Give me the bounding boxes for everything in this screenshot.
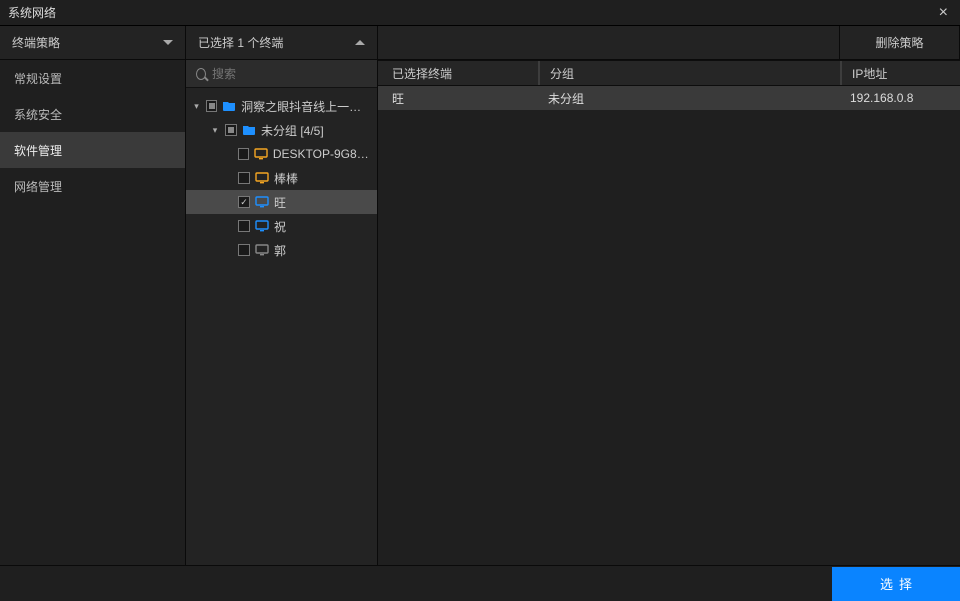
column-header-group[interactable]: 分组 <box>538 61 840 85</box>
table-body: 旺 未分组 192.168.0.8 <box>378 86 960 565</box>
tree-label: 郭 <box>274 242 286 259</box>
sidebar-item-general[interactable]: 常规设置 <box>0 60 185 96</box>
tree-panel: ▾ 洞察之眼抖音线上一部 [4... ▾ 未分组 [4/5] DESKTOP-9… <box>186 60 378 565</box>
sidebar-item-label: 系统安全 <box>14 106 62 123</box>
tree-item[interactable]: 棒棒 <box>186 166 377 190</box>
tree: ▾ 洞察之眼抖音线上一部 [4... ▾ 未分组 [4/5] DESKTOP-9… <box>186 88 377 565</box>
checkbox[interactable] <box>206 100 217 112</box>
cell-group: 未分组 <box>538 90 840 107</box>
tree-item[interactable]: 郭 <box>186 238 377 262</box>
tree-root[interactable]: ▾ 洞察之眼抖音线上一部 [4... <box>186 94 377 118</box>
checkbox[interactable] <box>225 124 237 136</box>
select-button[interactable]: 选择 <box>832 567 960 601</box>
monitor-icon <box>254 148 268 160</box>
chevron-up-icon <box>355 40 365 45</box>
window-title: 系统网络 <box>8 4 56 21</box>
tree-item[interactable]: 旺 <box>186 190 377 214</box>
search-input[interactable] <box>212 67 367 81</box>
folder-icon <box>222 100 236 112</box>
policy-label: 终端策略 <box>12 34 60 51</box>
chevron-down-icon[interactable]: ▾ <box>210 125 220 135</box>
column-header-terminal[interactable]: 已选择终端 <box>378 61 538 85</box>
sidebar-item-security[interactable]: 系统安全 <box>0 96 185 132</box>
cell-terminal: 旺 <box>378 90 538 107</box>
policy-dropdown[interactable]: 终端策略 <box>0 26 186 59</box>
tree-label: 棒棒 <box>274 170 298 187</box>
checkbox[interactable] <box>238 196 250 208</box>
titlebar: 系统网络 × <box>0 0 960 26</box>
sidebar-item-label: 常规设置 <box>14 70 62 87</box>
checkbox[interactable] <box>238 220 250 232</box>
select-button-label: 选择 <box>874 574 918 593</box>
search-icon <box>196 68 206 80</box>
sidebar-item-label: 网络管理 <box>14 178 62 195</box>
tree-item[interactable]: 祝 <box>186 214 377 238</box>
toolbar: 终端策略 已选择 1 个终端 删除策略 <box>0 26 960 60</box>
toolbar-spacer <box>378 26 840 59</box>
selected-label: 已选择 1 个终端 <box>198 34 283 51</box>
close-icon[interactable]: × <box>935 3 952 23</box>
selected-dropdown[interactable]: 已选择 1 个终端 <box>186 26 378 59</box>
tree-label: DESKTOP-9G8NA... <box>273 147 371 161</box>
folder-icon <box>242 124 256 136</box>
checkbox[interactable] <box>238 244 250 256</box>
checkbox[interactable] <box>238 148 249 160</box>
tree-label: 祝 <box>274 218 286 235</box>
table-row[interactable]: 旺 未分组 192.168.0.8 <box>378 86 960 110</box>
tree-label: 旺 <box>274 194 286 211</box>
tree-item[interactable]: DESKTOP-9G8NA... <box>186 142 377 166</box>
cell-ip: 192.168.0.8 <box>840 91 960 105</box>
checkbox[interactable] <box>238 172 250 184</box>
monitor-icon <box>255 220 269 232</box>
monitor-icon <box>255 196 269 208</box>
delete-policy-button[interactable]: 删除策略 <box>840 26 960 59</box>
sidebar: 常规设置 系统安全 软件管理 网络管理 <box>0 60 186 565</box>
tree-label: 洞察之眼抖音线上一部 [4... <box>241 98 371 115</box>
tree-group[interactable]: ▾ 未分组 [4/5] <box>186 118 377 142</box>
chevron-down-icon <box>163 40 173 45</box>
sidebar-item-software[interactable]: 软件管理 <box>0 132 185 168</box>
sidebar-item-label: 软件管理 <box>14 142 62 159</box>
search-box[interactable] <box>186 60 377 88</box>
sidebar-item-network[interactable]: 网络管理 <box>0 168 185 204</box>
column-header-ip[interactable]: IP地址 <box>840 61 960 85</box>
chevron-down-icon[interactable]: ▾ <box>192 101 201 111</box>
monitor-icon <box>255 244 269 256</box>
footer: 选择 <box>0 565 960 601</box>
main-panel: 已选择终端 分组 IP地址 旺 未分组 192.168.0.8 <box>378 60 960 565</box>
monitor-icon <box>255 172 269 184</box>
tree-label: 未分组 [4/5] <box>261 122 324 139</box>
delete-policy-label: 删除策略 <box>875 34 923 51</box>
table-header: 已选择终端 分组 IP地址 <box>378 60 960 86</box>
